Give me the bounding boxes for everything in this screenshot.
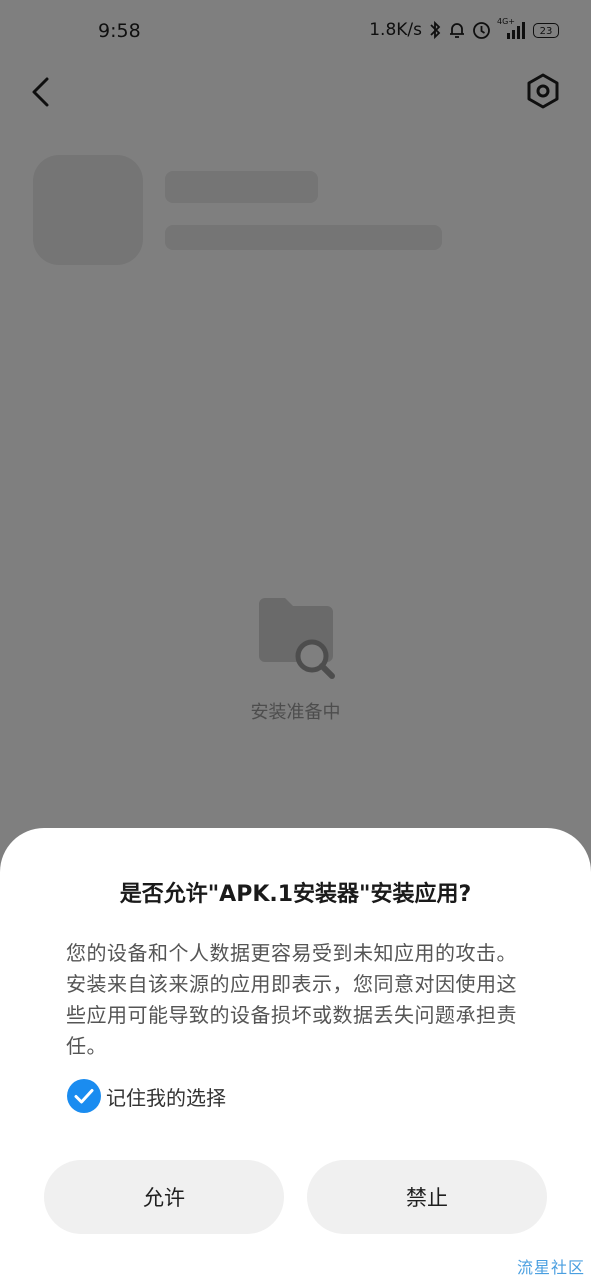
install-permission-dialog: 是否允许"APK.1安装器"安装应用? 您的设备和个人数据更容易受到未知应用的攻…: [0, 828, 591, 1280]
allow-button[interactable]: 允许: [44, 1160, 284, 1234]
deny-button[interactable]: 禁止: [307, 1160, 547, 1234]
dialog-message: 您的设备和个人数据更容易受到未知应用的攻击。安装来自该来源的应用即表示，您同意对…: [66, 941, 517, 1058]
checkbox-checked-icon[interactable]: [66, 1078, 102, 1114]
remember-choice-label: 记住我的选择: [106, 1085, 226, 1110]
dialog-title: 是否允许"APK.1安装器"安装应用?: [119, 882, 472, 907]
remember-choice-checkbox[interactable]: 记住我的选择: [66, 1078, 226, 1114]
watermark-text: 流星社区: [516, 1258, 585, 1277]
